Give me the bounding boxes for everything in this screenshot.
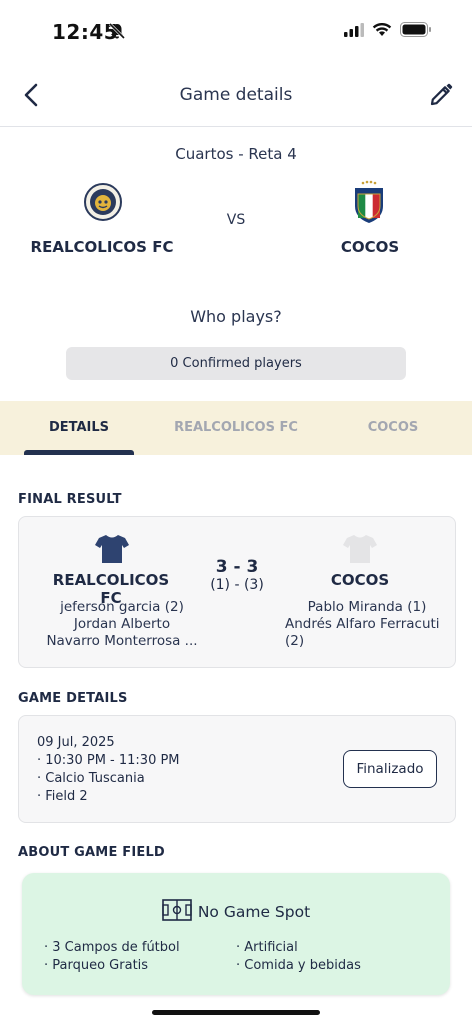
home-indicator[interactable]: [152, 1010, 320, 1015]
result-away-team: COCOS: [330, 571, 390, 589]
game-date: 09 Jul, 2025: [37, 735, 115, 750]
game-status-button[interactable]: Finalizado: [343, 750, 437, 788]
page-title: Game details: [179, 85, 293, 105]
home-scorer: jeferson garcia (2): [60, 599, 184, 615]
game-details-heading: GAME DETAILS: [18, 691, 128, 706]
away-scorer: (2): [285, 633, 305, 649]
final-result-card: REALCOLICOS FC 3 - 3 (1) - (3) COCOS jef…: [18, 516, 456, 668]
game-venue: · Calcio Tuscania: [37, 771, 145, 786]
soccer-field-icon: [162, 899, 192, 925]
home-scorers: jeferson garcia (2) Jordan Alberto Navar…: [37, 599, 207, 650]
home-team-name: REALCOLICOS FC: [30, 238, 174, 256]
battery-icon: [400, 22, 432, 41]
home-scorer: Navarro Monterrosa ...: [46, 633, 198, 649]
about-game-field-heading: ABOUT GAME FIELD: [18, 845, 165, 860]
wifi-icon: [372, 22, 392, 41]
status-bar: 12:45: [0, 0, 472, 64]
versus-label: VS: [226, 212, 246, 228]
navigation-bar: Game details: [0, 64, 472, 127]
cellular-signal-icon: [344, 22, 364, 41]
game-spot-title: No Game Spot: [22, 899, 450, 925]
game-field: · Field 2: [37, 789, 88, 804]
edit-pencil-icon[interactable]: [428, 82, 454, 108]
bell-muted-icon: [108, 22, 126, 44]
match-round: Cuartos - Reta 4: [175, 145, 297, 163]
game-field-card: No Game Spot · 3 Campos de fútbol · Parq…: [22, 873, 450, 995]
tab-home-team[interactable]: REALCOLICOS FC: [166, 420, 306, 435]
game-spot-label: No Game Spot: [197, 903, 311, 921]
amenity-item: · Artificial: [236, 940, 298, 955]
who-plays-heading: Who plays?: [190, 307, 282, 326]
amenities-left: · 3 Campos de fútbol · Parqueo Gratis: [44, 939, 180, 975]
away-scorers: Pablo Miranda (1) Andrés Alfaro Ferracut…: [285, 599, 449, 650]
game-details-info: 09 Jul, 2025 · 10:30 PM - 11:30 PM · Cal…: [37, 734, 180, 806]
final-result-heading: FINAL RESULT: [18, 492, 122, 507]
amenity-item: · Comida y bebidas: [236, 958, 361, 973]
tab-bar: DETAILS REALCOLICOS FC COCOS: [0, 401, 472, 455]
away-scorer: Pablo Miranda (1): [307, 599, 427, 615]
amenity-item: · 3 Campos de fútbol: [44, 940, 180, 955]
confirmed-players-button[interactable]: 0 Confirmed players: [66, 347, 406, 380]
amenity-item: · Parqueo Gratis: [44, 958, 149, 973]
away-shirt-icon: [343, 534, 377, 568]
away-scorer: Andrés Alfaro Ferracuti: [285, 616, 440, 632]
amenities-right: · Artificial · Comida y bebidas: [236, 939, 361, 975]
tab-details[interactable]: DETAILS: [24, 420, 134, 435]
tab-away-team[interactable]: COCOS: [348, 420, 438, 435]
home-scorer: Jordan Alberto: [73, 616, 171, 632]
game-details-card: 09 Jul, 2025 · 10:30 PM - 11:30 PM · Cal…: [18, 715, 456, 823]
away-team-name: COCOS: [340, 238, 400, 256]
game-time: · 10:30 PM - 11:30 PM: [37, 753, 180, 768]
away-team-crest-icon: [349, 180, 389, 224]
active-tab-indicator: [24, 450, 134, 455]
